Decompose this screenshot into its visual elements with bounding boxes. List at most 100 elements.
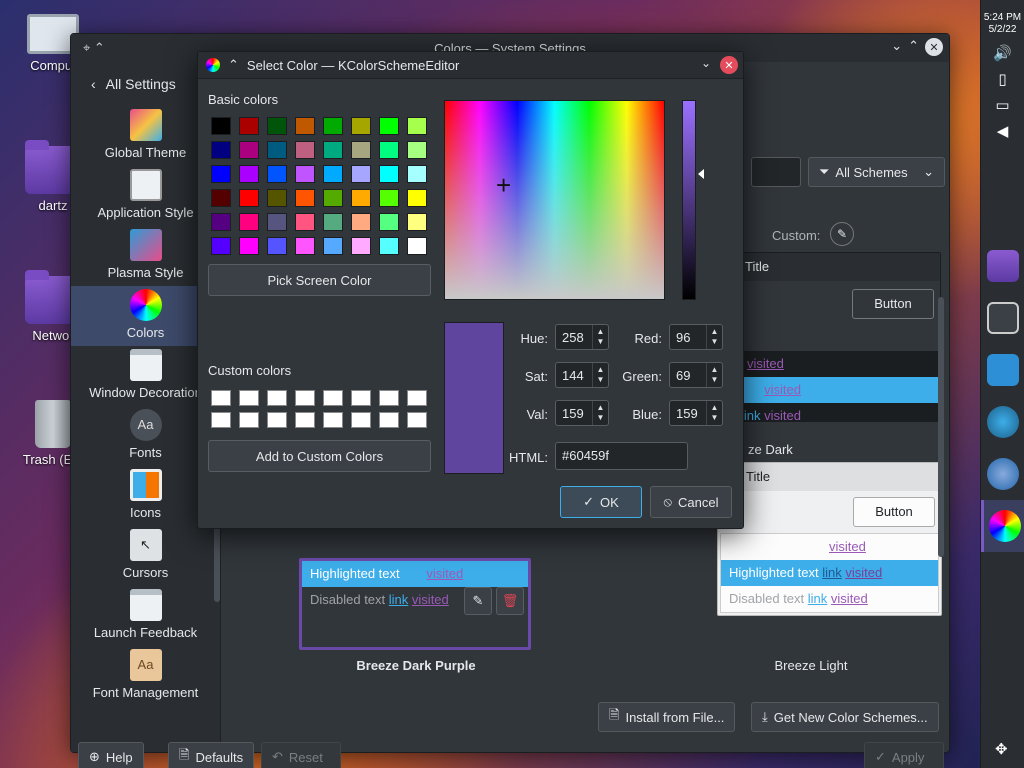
basic-color-swatch[interactable]	[379, 189, 399, 207]
basic-color-swatch[interactable]	[351, 141, 371, 159]
red-spinbox[interactable]: 96 ▲ ▼	[669, 324, 723, 350]
spin-down-icon[interactable]: ▼	[597, 337, 605, 347]
spin-down-icon[interactable]: ▼	[711, 337, 719, 347]
val-spinbox[interactable]: 159 ▲ ▼	[555, 400, 609, 426]
basic-color-swatch[interactable]	[407, 189, 427, 207]
basic-color-swatch[interactable]	[239, 213, 259, 231]
spin-down-icon[interactable]: ▼	[597, 413, 605, 423]
custom-color-slot[interactable]	[351, 412, 371, 428]
custom-color-slot[interactable]	[379, 390, 399, 406]
hue-saturation-picker[interactable]	[444, 100, 665, 300]
keep-above-icon[interactable]: ⌃	[228, 57, 239, 73]
task-settings-app[interactable]	[981, 292, 1024, 344]
scheme-preview-breeze-light[interactable]: ow Title Button visited Highlighted text…	[717, 462, 942, 616]
basic-color-swatch[interactable]	[379, 165, 399, 183]
basic-color-swatch[interactable]	[211, 141, 231, 159]
basic-color-swatch[interactable]	[295, 117, 315, 135]
basic-color-swatch[interactable]	[295, 165, 315, 183]
custom-color-slot[interactable]	[323, 390, 343, 406]
minimize-icon[interactable]: ⌄	[891, 38, 902, 56]
basic-color-swatch[interactable]	[239, 141, 259, 159]
task-browser[interactable]	[981, 448, 1024, 500]
value-slider[interactable]	[682, 100, 696, 300]
basic-color-swatch[interactable]	[295, 141, 315, 159]
clock[interactable]: 5:24 PM 5/2/22	[981, 0, 1024, 36]
hue-spinbox[interactable]: 258 ▲ ▼	[555, 324, 609, 350]
spin-up-icon[interactable]: ▲	[597, 365, 605, 375]
custom-color-slot[interactable]	[211, 390, 231, 406]
delete-scheme-icon[interactable]: 🗑	[496, 587, 524, 615]
apply-button[interactable]: ✓ Apply	[864, 742, 944, 768]
basic-color-swatch[interactable]	[323, 117, 343, 135]
get-new-schemes-button[interactable]: ⤓ Get New Color Schemes...	[751, 702, 939, 732]
eyedropper-icon[interactable]: ✎	[830, 222, 854, 246]
sidebar-item-font-management[interactable]: Aa Font Management	[71, 646, 220, 706]
sat-spinbox[interactable]: 144 ▲ ▼	[555, 362, 609, 388]
panel-settings-icon[interactable]: ✥	[995, 740, 1008, 758]
custom-color-slot[interactable]	[211, 412, 231, 428]
edit-scheme-icon[interactable]: ✎	[464, 587, 492, 615]
search-field[interactable]	[751, 157, 801, 187]
spin-up-icon[interactable]: ▲	[711, 327, 719, 337]
reset-button[interactable]: ↶ Reset	[261, 742, 341, 768]
close-icon[interactable]: ✕	[720, 56, 738, 74]
help-button[interactable]: ⊕ Help	[78, 742, 144, 768]
basic-color-swatch[interactable]	[211, 117, 231, 135]
custom-color-slot[interactable]	[407, 390, 427, 406]
clipboard-icon[interactable]: ▯	[981, 70, 1024, 88]
basic-color-swatch[interactable]	[295, 213, 315, 231]
basic-color-swatch[interactable]	[267, 189, 287, 207]
sidebar-item-cursors[interactable]: ↖ Cursors	[71, 526, 220, 586]
basic-color-swatch[interactable]	[407, 165, 427, 183]
schemes-scrollbar[interactable]	[938, 297, 944, 557]
spin-down-icon[interactable]: ▼	[597, 375, 605, 385]
custom-color-slot[interactable]	[267, 412, 287, 428]
basic-color-swatch[interactable]	[379, 117, 399, 135]
basic-color-swatch[interactable]	[267, 117, 287, 135]
task-file-manager[interactable]	[981, 240, 1024, 292]
basic-color-swatch[interactable]	[239, 189, 259, 207]
value-slider-handle[interactable]	[698, 169, 704, 179]
ok-button[interactable]: ✓ OK	[560, 486, 642, 518]
spin-up-icon[interactable]: ▲	[711, 403, 719, 413]
basic-color-swatch[interactable]	[267, 165, 287, 183]
basic-color-swatch[interactable]	[323, 213, 343, 231]
defaults-button[interactable]: 🗎 Defaults	[168, 742, 255, 768]
basic-color-swatch[interactable]	[407, 141, 427, 159]
volume-icon[interactable]: 🔊	[981, 44, 1024, 62]
basic-color-swatch[interactable]	[351, 237, 371, 255]
basic-color-swatch[interactable]	[379, 237, 399, 255]
basic-color-swatch[interactable]	[267, 141, 287, 159]
spin-up-icon[interactable]: ▲	[597, 327, 605, 337]
basic-color-swatch[interactable]	[407, 237, 427, 255]
close-icon[interactable]: ✕	[925, 38, 943, 56]
basic-color-swatch[interactable]	[267, 213, 287, 231]
tray-expand-icon[interactable]: ◀	[981, 122, 1024, 140]
network-icon[interactable]: ▭	[981, 96, 1024, 114]
task-system-settings[interactable]	[981, 396, 1024, 448]
blue-spinbox[interactable]: 159 ▲ ▼	[669, 400, 723, 426]
basic-color-swatch[interactable]	[351, 117, 371, 135]
custom-color-slot[interactable]	[407, 412, 427, 428]
basic-color-swatch[interactable]	[239, 237, 259, 255]
spin-up-icon[interactable]: ▲	[597, 403, 605, 413]
basic-color-swatch[interactable]	[379, 141, 399, 159]
basic-color-swatch[interactable]	[239, 117, 259, 135]
custom-color-slot[interactable]	[239, 390, 259, 406]
basic-color-swatch[interactable]	[267, 237, 287, 255]
add-to-custom-colors-button[interactable]: Add to Custom Colors	[208, 440, 431, 472]
install-from-file-button[interactable]: 🗎 Install from File...	[598, 702, 736, 732]
basic-color-swatch[interactable]	[351, 189, 371, 207]
custom-color-slot[interactable]	[379, 412, 399, 428]
maximize-icon[interactable]: ⌃	[908, 38, 919, 56]
scheme-filter-select[interactable]: ⏷ All Schemes ⌄	[808, 157, 945, 187]
scheme-preview-breeze-dark-purple[interactable]: Highlighted text link visited Disabled t…	[299, 558, 531, 650]
task-discover[interactable]	[981, 344, 1024, 396]
sidebar-item-launch-feedback[interactable]: Launch Feedback	[71, 586, 220, 646]
basic-color-swatch[interactable]	[379, 213, 399, 231]
spin-down-icon[interactable]: ▼	[711, 375, 719, 385]
basic-color-swatch[interactable]	[323, 165, 343, 183]
basic-color-swatch[interactable]	[407, 213, 427, 231]
spin-down-icon[interactable]: ▼	[711, 413, 719, 423]
scheme-preview-breeze-dark[interactable]: ow Title Button visited link visited lin…	[716, 252, 941, 422]
